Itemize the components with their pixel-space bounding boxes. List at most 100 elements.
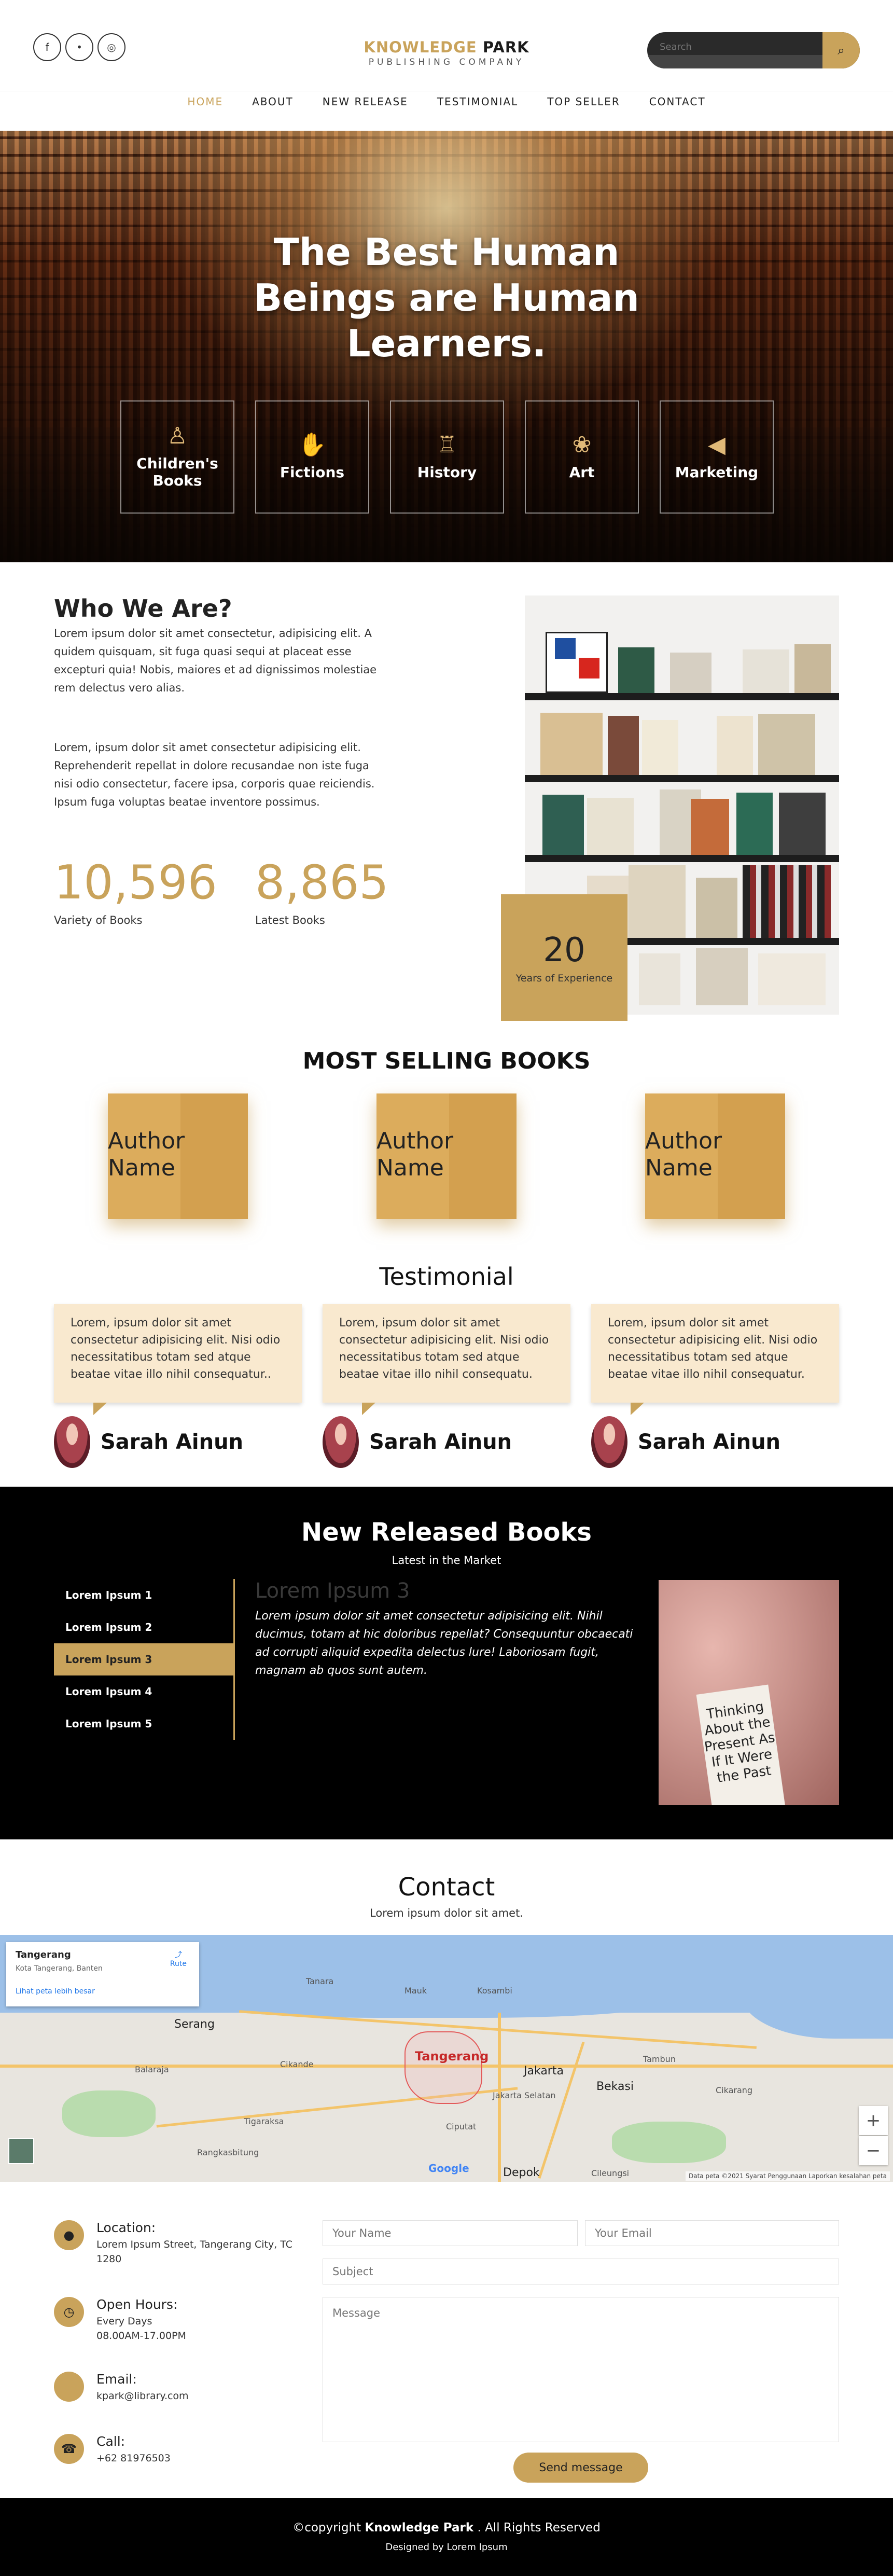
book-cover (629, 865, 686, 938)
contact-item-text: Lorem Ipsum Street, Tangerang City, TC 1… (96, 2239, 293, 2265)
zoom-out-button[interactable]: − (859, 2136, 888, 2165)
nav-top-seller[interactable]: TOP SELLER (547, 95, 620, 108)
main-nav: HOME ABOUT NEW RELEASE TESTIMONIAL TOP S… (0, 95, 893, 108)
nav-testimonial[interactable]: TESTIMONIAL (437, 95, 518, 108)
search-bar: ⌕ (647, 32, 860, 68)
testimonial-tail (93, 1403, 107, 1415)
email-icon (54, 2372, 84, 2402)
map-attribution[interactable]: Data peta ©2021 Syarat Penggunaan Lapork… (685, 2171, 890, 2181)
designed-by: Designed by Lorem Ipsum (385, 2542, 508, 2553)
contact-item-title: Email: (96, 2372, 137, 2387)
map-label: Depok (503, 2166, 540, 2179)
message-field[interactable] (323, 2297, 839, 2442)
map-place-name: Tangerang (16, 1949, 71, 1960)
contact-call: ☎ Call: +62 81976503 (54, 2434, 171, 2466)
release-item[interactable]: Lorem Ipsum 4 (54, 1675, 233, 1708)
book-cover (642, 720, 678, 775)
zoom-in-button[interactable]: + (859, 2106, 888, 2135)
book-cover (639, 953, 680, 1005)
release-cover-text: Thinking About the Present As If It Were… (696, 1684, 787, 1805)
nav-about[interactable]: ABOUT (252, 95, 294, 108)
google-logo: Google (428, 2162, 469, 2175)
stat-latest: 8,865 Latest Books (255, 857, 389, 927)
map-place-card: Tangerang Kota Tangerang, Banten Lihat p… (6, 1942, 199, 2006)
avatar (54, 1416, 90, 1468)
release-item-active[interactable]: Lorem Ipsum 3 (54, 1643, 233, 1675)
send-message-button[interactable]: Send message (513, 2453, 648, 2483)
avatar (323, 1416, 359, 1468)
map-route-button[interactable]: ⤴ Rute (170, 1949, 187, 1968)
contact-email: Email: kpark@library.com (54, 2372, 189, 2403)
category-label: Art (569, 463, 595, 481)
nav-contact[interactable]: CONTACT (649, 95, 706, 108)
map-larger-link[interactable]: Lihat peta lebih besar (16, 1987, 190, 1996)
map-label: Rangkasbitung (197, 2148, 259, 2157)
new-releases-section: New Released Books Latest in the Market … (0, 1487, 893, 1839)
contact-item-text[interactable]: +62 81976503 (96, 2451, 171, 2466)
category-list: ♙ Children's Books ✋ Fictions ♖ History … (120, 400, 774, 514)
testimonial-text: Lorem, ipsum dolor sit amet consectetur … (339, 1317, 549, 1381)
book-cover (670, 653, 711, 693)
page: f • ◎ KNOWLEDGE PARK PUBLISHING COMPANY … (0, 0, 893, 2576)
contact-item-text: Every Days 08.00AM-17.00PM (96, 2316, 186, 2342)
book-card[interactable]: Author Name (376, 1093, 517, 1219)
experience-label: Years of Experience (515, 973, 613, 984)
category-art[interactable]: ❀ Art (525, 400, 639, 514)
map-sea (742, 1966, 893, 2039)
map-label: Tanara (306, 1976, 334, 1986)
copyright-brand: Knowledge Park (365, 2521, 474, 2535)
about-paragraph-1: Lorem ipsum dolor sit amet consectetur, … (54, 627, 377, 694)
subject-field[interactable] (323, 2259, 839, 2284)
map-label: Jakarta (524, 2065, 564, 2078)
satellite-toggle[interactable] (8, 2138, 34, 2164)
map-road (538, 2041, 585, 2179)
releases-subtitle: Latest in the Market (392, 1554, 501, 1567)
testimonial-name: Sarah Ainun (101, 1430, 244, 1454)
book-cover (758, 714, 815, 775)
book-cover (587, 798, 634, 855)
map-place-address: Kota Tangerang, Banten (16, 1964, 103, 1973)
release-item[interactable]: Lorem Ipsum 5 (54, 1708, 233, 1740)
logo-word-bold: PARK (482, 38, 529, 56)
category-childrens-books[interactable]: ♙ Children's Books (120, 400, 234, 514)
best-sellers-title: MOST SELLING BOOKS (302, 1048, 591, 1074)
nav-home[interactable]: HOME (187, 95, 223, 108)
testimonial-card: Lorem, ipsum dolor sit amet consectetur … (54, 1304, 302, 1415)
palette-icon: ❀ (572, 431, 592, 458)
nav-new-release[interactable]: NEW RELEASE (323, 95, 408, 108)
book-cover (758, 953, 826, 1005)
avatar (591, 1416, 627, 1468)
book-card[interactable]: Author Name (645, 1093, 785, 1219)
map-label: Balaraja (135, 2065, 169, 2074)
testimonial-text: Lorem, ipsum dolor sit amet consectetur … (71, 1317, 281, 1381)
map-label: Mauk (404, 1986, 427, 1996)
email-field[interactable] (585, 2220, 839, 2246)
about-title: Who We Are? (54, 594, 232, 622)
plus-icon: + (866, 2110, 881, 2131)
copyright: ©copyright Knowledge Park . All Rights R… (0, 2521, 893, 2535)
map-label: Cikande (280, 2059, 314, 2069)
search-input[interactable] (660, 36, 815, 57)
book-cover (696, 948, 748, 1005)
shelf-board (525, 775, 839, 782)
category-label: Marketing (675, 463, 759, 481)
book-cover (608, 716, 639, 775)
testimonial-tail (631, 1403, 644, 1415)
category-label: Children's Books (136, 455, 218, 489)
contact-item-text[interactable]: kpark@library.com (96, 2389, 189, 2403)
category-marketing[interactable]: ◀ Marketing (660, 400, 774, 514)
map-label: Bekasi (596, 2080, 634, 2093)
category-fictions[interactable]: ✋ Fictions (255, 400, 369, 514)
book-card[interactable]: Author Name (108, 1093, 248, 1219)
contact-item-title: Location: (96, 2220, 156, 2235)
book-cover (540, 713, 603, 775)
map-label: Cikarang (716, 2085, 753, 2095)
category-history[interactable]: ♖ History (390, 400, 504, 514)
map-embed[interactable]: Tangerang Tanara Kosambi Mauk Jakarta Ja… (0, 1935, 893, 2182)
shelf-board (525, 693, 839, 700)
contact-subtitle: Lorem ipsum dolor sit amet. (370, 1907, 523, 1919)
search-button[interactable]: ⌕ (822, 32, 860, 68)
name-field[interactable] (323, 2220, 578, 2246)
release-item[interactable]: Lorem Ipsum 1 (54, 1579, 233, 1611)
release-item[interactable]: Lorem Ipsum 2 (54, 1611, 233, 1643)
